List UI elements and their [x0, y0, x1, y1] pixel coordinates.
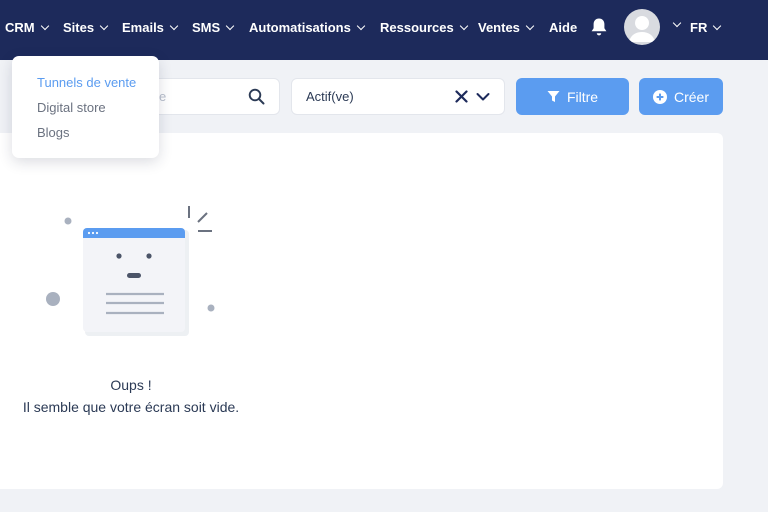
nav-item-label: SMS: [192, 19, 221, 35]
chevron-down-icon: [225, 21, 235, 30]
empty-state-title: Oups !: [110, 377, 152, 393]
create-button[interactable]: Créer: [639, 78, 723, 115]
chevron-down-icon[interactable]: [476, 90, 490, 104]
nav-item-label: CRM: [5, 19, 35, 35]
nav-item-label: Aide: [549, 19, 578, 35]
nav-item-ventes[interactable]: Ventes: [478, 0, 535, 54]
filter-label: Filtre: [566, 88, 599, 105]
create-label: Créer: [673, 88, 709, 105]
chevron-down-icon: [169, 21, 179, 30]
nav-item-crm[interactable]: CRM: [5, 0, 49, 54]
menu-item-tunnels-de-vente[interactable]: Tunnels de vente: [37, 75, 136, 90]
chevron-down-icon: [99, 21, 109, 30]
nav-item-label: Sites: [63, 19, 95, 35]
empty-state-illustration: [46, 206, 215, 336]
chevron-down-icon: [356, 21, 366, 30]
bell-icon[interactable]: [590, 17, 608, 37]
plus-circle-icon: [652, 89, 667, 104]
filter-button[interactable]: Filtre: [516, 78, 629, 115]
nav-item-sms[interactable]: SMS: [192, 0, 235, 54]
nav-item-label: Ventes: [478, 19, 520, 35]
nav-item-emails[interactable]: Emails: [122, 0, 179, 54]
menu-item-digital-store[interactable]: Digital store: [37, 100, 106, 115]
nav-item-automatisations[interactable]: Automatisations: [249, 0, 366, 54]
language-switcher[interactable]: FR: [690, 0, 722, 54]
top-nav: CRM Sites Emails SMS Automatisations Res…: [0, 0, 768, 60]
language-label: FR: [690, 19, 708, 35]
empty-state-message: Il semble que votre écran soit vide.: [22, 399, 240, 415]
nav-item-label: Automatisations: [249, 19, 351, 35]
avatar[interactable]: [624, 9, 660, 45]
nav-item-label: Emails: [122, 19, 164, 35]
nav-item-sites[interactable]: Sites: [63, 0, 109, 54]
search-placeholder: e: [159, 89, 167, 104]
status-value: Actif(ve): [306, 89, 354, 104]
nav-item-label: Ressources: [380, 19, 454, 35]
search-icon[interactable]: [248, 88, 265, 105]
user-icon: [629, 16, 655, 42]
chevron-down-icon[interactable]: [672, 18, 682, 28]
nav-item-ressources[interactable]: Ressources: [380, 0, 468, 54]
chevron-down-icon: [40, 21, 49, 30]
sites-dropdown-menu: Tunnels de vente Digital store Blogs: [12, 56, 159, 158]
chevron-down-icon: [713, 21, 722, 30]
chevron-down-icon: [459, 21, 468, 30]
filter-icon: [547, 91, 560, 102]
chevron-down-icon: [525, 21, 535, 30]
nav-item-aide[interactable]: Aide: [549, 0, 577, 54]
close-icon[interactable]: [455, 90, 468, 103]
menu-item-blogs[interactable]: Blogs: [37, 125, 70, 140]
